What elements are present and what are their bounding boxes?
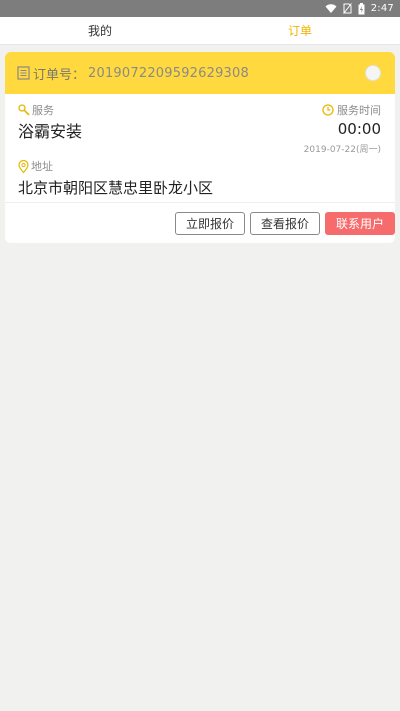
- service-time-label: 服务时间: [337, 104, 381, 117]
- wifi-icon: [325, 3, 337, 14]
- service-time: 00:00: [337, 120, 381, 138]
- address-label-row: 地址: [18, 158, 53, 174]
- order-select-toggle[interactable]: [365, 65, 381, 81]
- order-number-label: 订单号：: [33, 67, 86, 83]
- address: 北京市朝阳区慧忠里卧龙小区: [18, 179, 214, 197]
- order-list-icon: [17, 66, 30, 80]
- tab-mine[interactable]: 我的: [0, 17, 200, 44]
- order-number-row: 订单号： 2019072209592629308: [17, 64, 249, 83]
- order-card[interactable]: 订单号： 2019072209592629308 服务 浴霸安装 服务时间 00…: [5, 52, 395, 243]
- view-quote-button[interactable]: 查看报价: [249, 211, 320, 235]
- status-bar: 2:47: [0, 0, 400, 17]
- battery-icon: [358, 2, 365, 15]
- order-card-header: 订单号： 2019072209592629308: [5, 52, 395, 94]
- service-label-row: 服务: [18, 102, 54, 118]
- service-date: 2019-07-22(周一): [303, 145, 381, 155]
- service-name: 浴霸安装: [18, 122, 83, 141]
- location-pin-icon: [18, 159, 29, 173]
- clock-icon: [322, 104, 334, 116]
- tab-orders[interactable]: 订单: [200, 17, 400, 44]
- order-actions: 立即报价 查看报价 联系用户: [5, 203, 395, 243]
- order-details: 服务 浴霸安装 服务时间 00:00 2019-07-22(周一) 地址 北京市…: [5, 94, 395, 202]
- order-number: 2019072209592629308: [88, 65, 249, 81]
- wrench-icon: [18, 104, 30, 116]
- status-time: 2:47: [370, 3, 394, 14]
- top-tabs: 我的 订单: [0, 17, 400, 45]
- service-time-label-row: 服务时间: [322, 102, 381, 118]
- service-label: 服务: [32, 104, 54, 117]
- no-sim-icon: [342, 3, 352, 14]
- address-label: 地址: [31, 160, 53, 173]
- contact-user-button[interactable]: 联系用户: [324, 211, 395, 235]
- quote-now-button[interactable]: 立即报价: [174, 211, 245, 235]
